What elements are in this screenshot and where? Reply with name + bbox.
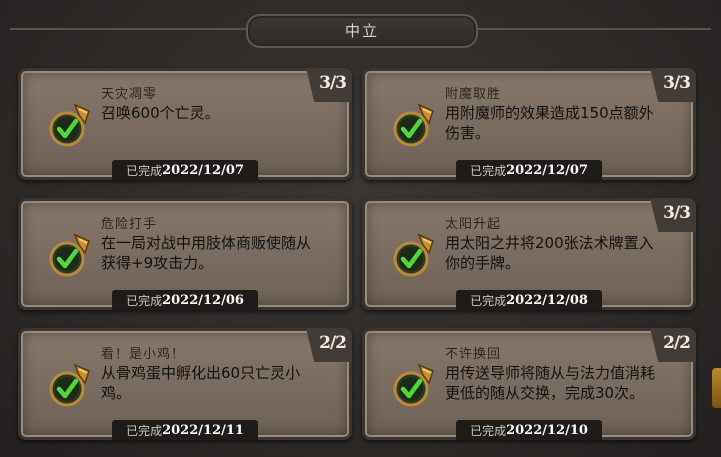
progress-badge: 3/3 bbox=[650, 68, 696, 102]
achievement-card[interactable]: 附魔取胜 用附魔师的效果造成150点额外伤害。 3/3 已完成 2022/12/0… bbox=[362, 68, 696, 180]
progress-badge: 3/3 bbox=[650, 198, 696, 232]
header-line-left bbox=[10, 28, 246, 30]
scroll-checkmark-icon bbox=[49, 233, 90, 277]
achievement-card[interactable]: 不许换回 用传送导师将随从与法力值消耗更低的随从交换，完成30次。 2/2 已完… bbox=[362, 328, 696, 440]
achievement-title: 天灾凋零 bbox=[101, 87, 158, 102]
achievement-title: 不许换回 bbox=[445, 347, 502, 362]
page-next-tab[interactable] bbox=[712, 368, 721, 408]
completion-date: 2022/12/07 bbox=[506, 162, 588, 178]
achievement-description: 用传送导师将随从与法力值消耗更低的随从交换，完成30次。 bbox=[445, 364, 656, 402]
completion-footer: 已完成 2022/12/06 bbox=[21, 290, 349, 310]
header-line-right bbox=[474, 28, 711, 30]
scroll-checkmark-icon bbox=[393, 363, 434, 407]
achievement-description: 用太阳之井将200张法术牌置入你的手牌。 bbox=[445, 234, 654, 272]
progress-text: 3/3 bbox=[319, 73, 347, 93]
completion-date: 2022/12/10 bbox=[506, 422, 588, 438]
achievement-title: 附魔取胜 bbox=[445, 87, 502, 102]
scroll-checkmark-icon bbox=[393, 103, 434, 147]
completed-label: 已完成 bbox=[470, 163, 507, 178]
progress-text: 3/3 bbox=[663, 203, 691, 223]
completion-footer: 已完成 2022/12/11 bbox=[21, 420, 349, 440]
completion-footer: 已完成 2022/12/07 bbox=[21, 160, 349, 180]
completed-label: 已完成 bbox=[470, 293, 507, 308]
completed-label: 已完成 bbox=[470, 423, 507, 438]
achievement-card[interactable]: 太阳升起 用太阳之井将200张法术牌置入你的手牌。 3/3 已完成 2022/12… bbox=[362, 198, 696, 310]
progress-text: 2/2 bbox=[663, 333, 691, 353]
completion-footer: 已完成 2022/12/08 bbox=[365, 290, 693, 310]
achievement-card[interactable]: 危险打手 在一局对战中用肢体商贩使随从获得+9攻击力。 已完成 2022/12/0… bbox=[18, 198, 352, 310]
achievement-description: 召唤600个亡灵。 bbox=[101, 104, 220, 122]
achievement-card[interactable]: 看！是小鸡！ 从骨鸡蛋中孵化出60只亡灵小鸡。 2/2 已完成 2022/12/1… bbox=[18, 328, 352, 440]
progress-badge: 2/2 bbox=[306, 328, 352, 362]
completion-date: 2022/12/11 bbox=[162, 422, 244, 438]
scroll-checkmark-icon bbox=[49, 103, 90, 147]
achievement-description: 从骨鸡蛋中孵化出60只亡灵小鸡。 bbox=[101, 364, 301, 402]
completion-date: 2022/12/06 bbox=[162, 292, 244, 308]
completion-footer: 已完成 2022/12/07 bbox=[365, 160, 693, 180]
achievement-description: 用附魔师的效果造成150点额外伤害。 bbox=[445, 104, 654, 142]
scroll-checkmark-icon bbox=[393, 233, 434, 277]
completion-date: 2022/12/08 bbox=[506, 292, 588, 308]
achievement-title: 危险打手 bbox=[101, 217, 158, 232]
achievement-card[interactable]: 天灾凋零 召唤600个亡灵。 3/3 已完成 2022/12/07 bbox=[18, 68, 352, 180]
completion-footer: 已完成 2022/12/10 bbox=[365, 420, 693, 440]
progress-badge: 3/3 bbox=[306, 68, 352, 102]
achievement-description: 在一局对战中用肢体商贩使随从获得+9攻击力。 bbox=[101, 234, 312, 272]
achievement-title: 太阳升起 bbox=[445, 217, 502, 232]
completed-label: 已完成 bbox=[126, 423, 163, 438]
section-tab-neutral[interactable]: 中立 bbox=[246, 14, 478, 48]
completion-date: 2022/12/07 bbox=[162, 162, 244, 178]
scroll-checkmark-icon bbox=[49, 363, 90, 407]
achievement-title: 看！是小鸡！ bbox=[101, 347, 186, 362]
progress-text: 2/2 bbox=[319, 333, 347, 353]
completed-label: 已完成 bbox=[126, 163, 163, 178]
progress-text: 3/3 bbox=[663, 73, 691, 93]
progress-badge: 2/2 bbox=[650, 328, 696, 362]
completed-label: 已完成 bbox=[126, 293, 163, 308]
